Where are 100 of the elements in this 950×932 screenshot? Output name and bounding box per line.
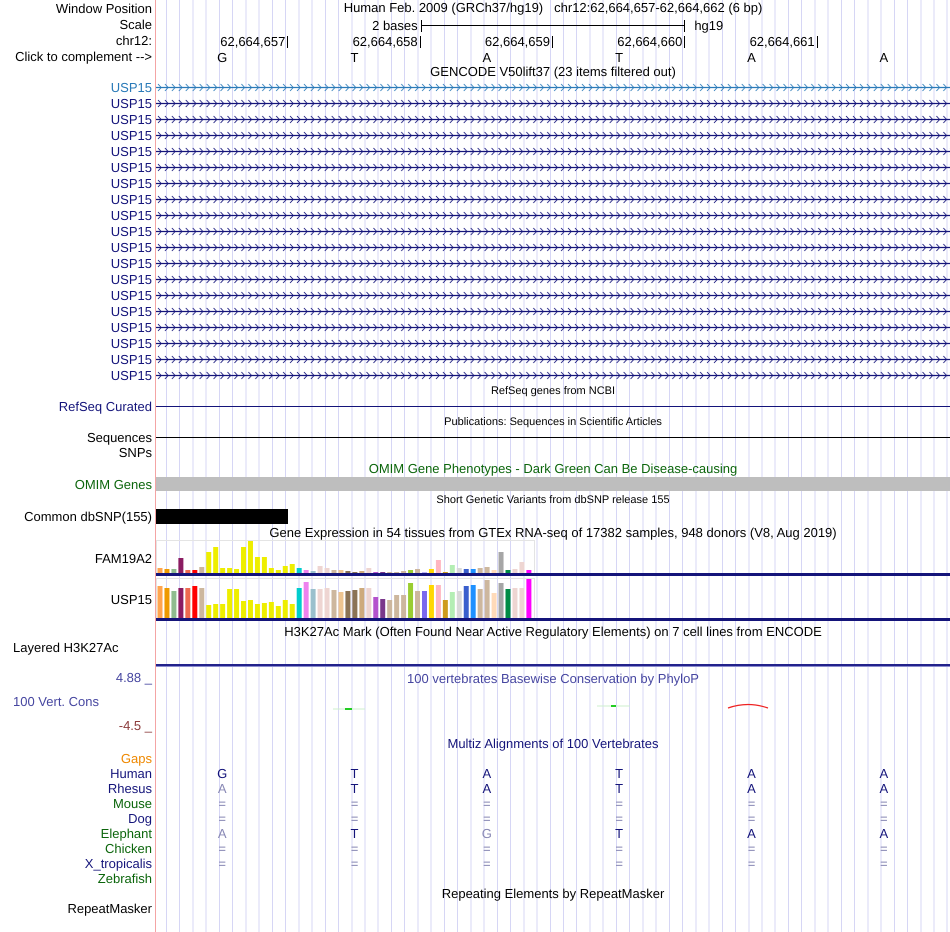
expression-bar: [164, 588, 170, 618]
aligned-base: =: [350, 796, 358, 811]
track-label: USP15: [110, 224, 153, 238]
aligned-base: =: [615, 841, 623, 856]
expression-bar: [296, 588, 302, 618]
track-label: USP15: [110, 160, 153, 174]
expression-bar: [276, 570, 281, 573]
expression-bar: [401, 595, 406, 618]
track-label: Elephant: [100, 826, 153, 841]
expression-bar: [332, 590, 336, 618]
track-title: Short Genetic Variants from dbSNP release 155: [436, 492, 670, 508]
track-label: Scale: [119, 16, 153, 32]
expression-bar: [442, 600, 448, 618]
score-dash-icon: [596, 705, 630, 707]
track-label: Layered H3K27Ac: [13, 640, 120, 655]
aligned-base: T: [615, 766, 624, 781]
expression-bar: [234, 569, 240, 573]
expression-bar: [519, 588, 524, 618]
score-arc-icon: [728, 704, 768, 709]
expression-bar: [220, 604, 226, 618]
aligned-base: =: [748, 796, 756, 811]
expression-bar: [199, 567, 204, 573]
base-letter[interactable]: T: [350, 48, 358, 68]
aligned-base: A: [879, 826, 888, 841]
track-label: Dog: [128, 811, 153, 826]
expression-bar: [478, 589, 483, 618]
expression-bar: [220, 568, 226, 573]
expression-bar: [262, 557, 267, 573]
aligned-base: =: [880, 841, 888, 856]
aligned-base: =: [880, 856, 888, 871]
expression-bar: [464, 586, 469, 618]
expression-bar: [324, 568, 330, 573]
expression-bar: [192, 570, 198, 573]
track-label: Click to complement -->: [15, 48, 153, 64]
expression-bar: [408, 570, 414, 573]
aligned-base: =: [218, 841, 226, 856]
expression-bar: [206, 552, 212, 573]
aligned-base: T: [615, 826, 624, 841]
expression-bar: [304, 582, 309, 618]
aligned-base: A: [218, 781, 226, 796]
variant-bar[interactable]: [156, 508, 288, 524]
track-label: Mouse: [112, 796, 153, 811]
track-label: USP15: [110, 240, 153, 254]
track-label: RefSeq Curated: [58, 399, 153, 414]
expression-bar: [282, 566, 288, 573]
aligned-base: =: [218, 856, 226, 871]
expression-bar: [171, 591, 176, 618]
track-label: USP15: [110, 128, 153, 142]
expression-bar: [408, 583, 414, 618]
expression-bar: [268, 568, 274, 573]
track-title: H3K27Ac Mark (Often Found Near Active Regulatory Elements) on 7 cell lines from ENCODE: [284, 624, 822, 638]
expression-bar: [526, 570, 532, 573]
aligned-base: =: [483, 796, 491, 811]
expression-bar: [436, 560, 441, 573]
track-label: chr12:: [116, 32, 153, 48]
base-letter[interactable]: A: [747, 48, 756, 68]
track-title: Gene Expression in 54 tissues from GTEx RNA-seq of 17382 samples, 948 donors (V8, Aug 2019): [269, 524, 837, 540]
track-label: X_tropicalis: [84, 856, 153, 871]
ruler-tick-icon: [816, 36, 818, 48]
aligned-base: =: [748, 811, 756, 826]
track-label: Window Position: [56, 0, 153, 16]
track-label: USP15: [110, 272, 153, 286]
axis-max-label: 4.88 _: [116, 670, 154, 686]
expression-bar: [185, 570, 190, 573]
expression-bar: [290, 564, 295, 573]
track-title: Multiz Alignments of 100 Vertebrates: [447, 736, 658, 751]
ruler-tick-icon: [552, 36, 553, 48]
expression-bar: [519, 562, 524, 573]
expression-bar: [310, 589, 316, 618]
ruler-tick-icon: [420, 36, 421, 48]
expression-bar: [428, 569, 434, 573]
assembly-name: Human Feb. 2009 (GRCh37/hg19): [344, 0, 544, 18]
track-label: RepeatMasker: [67, 901, 153, 916]
ruler-position: 62,664,658: [352, 33, 418, 51]
track-label: SNPs: [118, 445, 153, 460]
aligned-base: A: [747, 826, 756, 841]
track-label: USP15: [110, 208, 153, 222]
expression-bar: [498, 552, 504, 573]
expression-bar: [178, 588, 184, 618]
aligned-base: T: [615, 781, 624, 796]
ruler-tick-icon: [287, 36, 288, 48]
track-label: USP15: [110, 352, 153, 366]
expression-bar: [338, 592, 344, 618]
base-letter[interactable]: A: [879, 48, 888, 68]
expression-bar: [450, 592, 455, 618]
track-label: OMIM Genes: [74, 476, 153, 492]
base-letter[interactable]: G: [217, 48, 228, 68]
expression-bar: [359, 588, 364, 618]
track-label: USP15: [110, 112, 153, 126]
aligned-base: A: [218, 826, 226, 841]
expression-bar: [484, 567, 490, 573]
expression-bar: [185, 588, 190, 618]
aligned-base: G: [217, 766, 228, 781]
track-label: USP15: [110, 144, 153, 158]
expression-bar: [387, 600, 392, 618]
track-label: USP15: [110, 368, 153, 382]
track-title: Repeating Elements by RepeatMasker: [442, 886, 664, 901]
aligned-base: =: [748, 856, 756, 871]
expression-bar: [213, 547, 218, 573]
aligned-base: =: [483, 811, 491, 826]
